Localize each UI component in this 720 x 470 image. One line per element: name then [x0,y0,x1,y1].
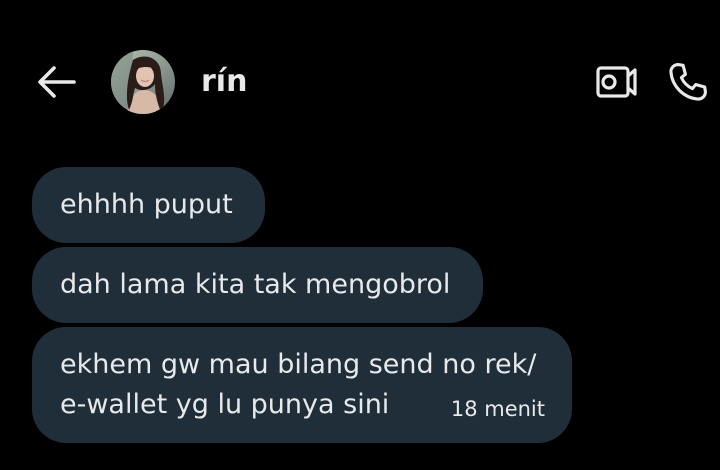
message-bubble[interactable]: ehhhh puput [32,167,265,243]
video-call-button[interactable] [593,62,639,102]
chat-header: rín [0,0,720,140]
profile-photo [111,50,175,114]
back-button[interactable] [34,62,78,102]
avatar[interactable] [111,50,175,114]
contact-name[interactable]: rín [201,62,247,102]
voice-call-button[interactable] [664,58,712,106]
video-camera-icon [596,66,637,98]
message-timestamp: 18 menit [450,397,545,421]
message-text: dah lama kita tak mengobrol [60,269,451,300]
message-bubble[interactable]: ekhem gw mau bilang send no rek/ e-walle… [32,327,572,443]
arrow-left-icon [38,66,76,98]
phone-icon [669,63,707,101]
message-bubble[interactable]: dah lama kita tak mengobrol [32,247,483,323]
message-text: ehhhh puput [60,189,233,220]
message-text-line: ekhem gw mau bilang send no rek/ [60,349,537,380]
